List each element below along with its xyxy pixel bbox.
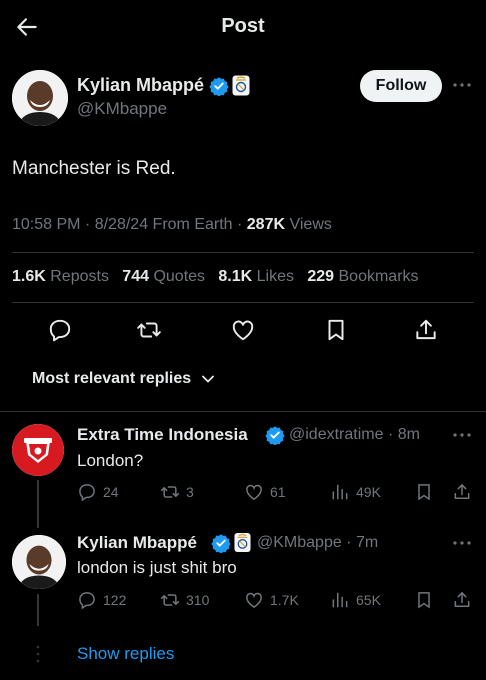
like-icon xyxy=(232,320,254,341)
reply-text: London? xyxy=(77,451,144,470)
views-label: Views xyxy=(289,216,332,233)
reply-handle-time: @KMbappe · 7m xyxy=(257,534,379,551)
likes-stat[interactable]: 8.1K Likes xyxy=(218,268,294,285)
quotes-label: Quotes xyxy=(153,268,206,285)
reply-count: 24 xyxy=(103,484,119,500)
bookmark-button[interactable] xyxy=(323,317,349,343)
post-time[interactable]: 10:58 PM xyxy=(12,216,80,233)
bookmarks-count: 229 xyxy=(307,268,335,285)
reply-icon xyxy=(79,484,95,502)
club-crest-icon xyxy=(232,75,250,96)
reply-avatar[interactable] xyxy=(12,535,66,589)
like-button[interactable]: 1.7K xyxy=(244,590,299,610)
author-handle: @KMbappe xyxy=(77,99,168,118)
more-options-icon[interactable] xyxy=(451,536,473,550)
repost-button[interactable]: 310 xyxy=(160,590,209,610)
like-icon xyxy=(246,592,262,608)
repost-icon xyxy=(160,486,180,498)
share-icon xyxy=(416,319,436,340)
reply-button[interactable]: 122 xyxy=(77,590,126,610)
bookmark-icon xyxy=(418,484,430,501)
thread-line xyxy=(37,594,39,626)
bookmarks-label: Bookmarks xyxy=(338,268,419,285)
post-text: Manchester is Red. xyxy=(12,158,176,179)
share-icon xyxy=(454,592,470,607)
reposts-stat[interactable]: 1.6K Reposts xyxy=(12,268,109,285)
divider xyxy=(12,302,474,303)
bookmark-button[interactable] xyxy=(414,590,434,610)
repost-count: 3 xyxy=(186,484,194,500)
repost-button[interactable]: 3 xyxy=(160,482,194,502)
verified-badge-icon xyxy=(209,76,229,96)
reposts-label: Reposts xyxy=(50,268,109,285)
replies-sort-label: Most relevant replies xyxy=(32,370,192,387)
reply-handle-time: @idextratime · 8m xyxy=(289,426,420,443)
divider xyxy=(0,411,486,412)
views-count: 287K xyxy=(246,216,286,233)
page-title: Post xyxy=(221,15,265,37)
views-icon xyxy=(332,484,348,500)
likes-label: Likes xyxy=(256,268,294,285)
reply-button[interactable]: 24 xyxy=(77,482,119,502)
repost-icon xyxy=(137,322,161,338)
share-icon xyxy=(454,484,470,499)
repost-button[interactable] xyxy=(136,317,162,343)
like-button[interactable] xyxy=(230,317,256,343)
more-options-icon[interactable] xyxy=(451,78,473,92)
verified-badge-icon xyxy=(211,533,231,553)
thread-line xyxy=(37,480,39,528)
likes-count: 8.1K xyxy=(218,268,253,285)
like-icon xyxy=(246,484,262,500)
view-count: 49K xyxy=(356,484,381,500)
quotes-count: 744 xyxy=(122,268,149,285)
quotes-stat[interactable]: 744 Quotes xyxy=(122,268,205,285)
bookmarks-stat[interactable]: 229 Bookmarks xyxy=(307,268,418,285)
bookmark-icon xyxy=(328,319,344,341)
reply-icon xyxy=(49,319,71,342)
reply-avatar[interactable] xyxy=(12,424,64,476)
views-icon xyxy=(332,592,348,608)
repost-count: 310 xyxy=(186,592,210,608)
like-count: 61 xyxy=(270,484,286,500)
divider xyxy=(12,252,474,253)
post-source: From Earth xyxy=(152,216,233,233)
follow-button[interactable]: Follow xyxy=(360,70,442,102)
chevron-down-icon xyxy=(202,375,215,383)
views-button[interactable]: 65K xyxy=(330,590,381,610)
verified-badge-icon xyxy=(265,425,285,445)
view-count: 65K xyxy=(356,592,381,608)
reply-button[interactable] xyxy=(47,317,73,343)
thread-dots xyxy=(36,644,40,664)
like-count: 1.7K xyxy=(270,592,299,608)
share-button[interactable] xyxy=(452,590,472,610)
share-button[interactable] xyxy=(413,317,439,343)
like-button[interactable]: 61 xyxy=(244,482,286,502)
show-replies-link[interactable]: Show replies xyxy=(77,644,174,664)
reply-author-name[interactable]: Kylian Mbappé xyxy=(77,533,197,553)
more-options-icon[interactable] xyxy=(451,428,473,442)
post-date[interactable]: 8/28/24 xyxy=(95,216,148,233)
reply-author-name[interactable]: Extra Time Indonesia xyxy=(77,425,248,445)
reply-count: 122 xyxy=(103,592,127,608)
author-name[interactable]: Kylian Mbappé xyxy=(77,75,204,96)
author-avatar[interactable] xyxy=(12,70,68,126)
share-button[interactable] xyxy=(452,482,472,502)
post-meta: 10:58 PM · 8/28/24 From Earth · 287K Vie… xyxy=(12,216,332,233)
club-crest-icon xyxy=(234,532,251,553)
repost-icon xyxy=(160,594,180,606)
bookmark-button[interactable] xyxy=(414,482,434,502)
post-stats: 1.6K Reposts 744 Quotes 8.1K Likes 229 B… xyxy=(12,268,419,286)
reply-text: london is just shit bro xyxy=(77,558,237,577)
reply-icon xyxy=(79,592,95,610)
views-button[interactable]: 49K xyxy=(330,482,381,502)
reposts-count: 1.6K xyxy=(12,268,46,285)
replies-sort-dropdown[interactable]: Most relevant replies xyxy=(32,370,215,388)
bookmark-icon xyxy=(418,592,430,609)
